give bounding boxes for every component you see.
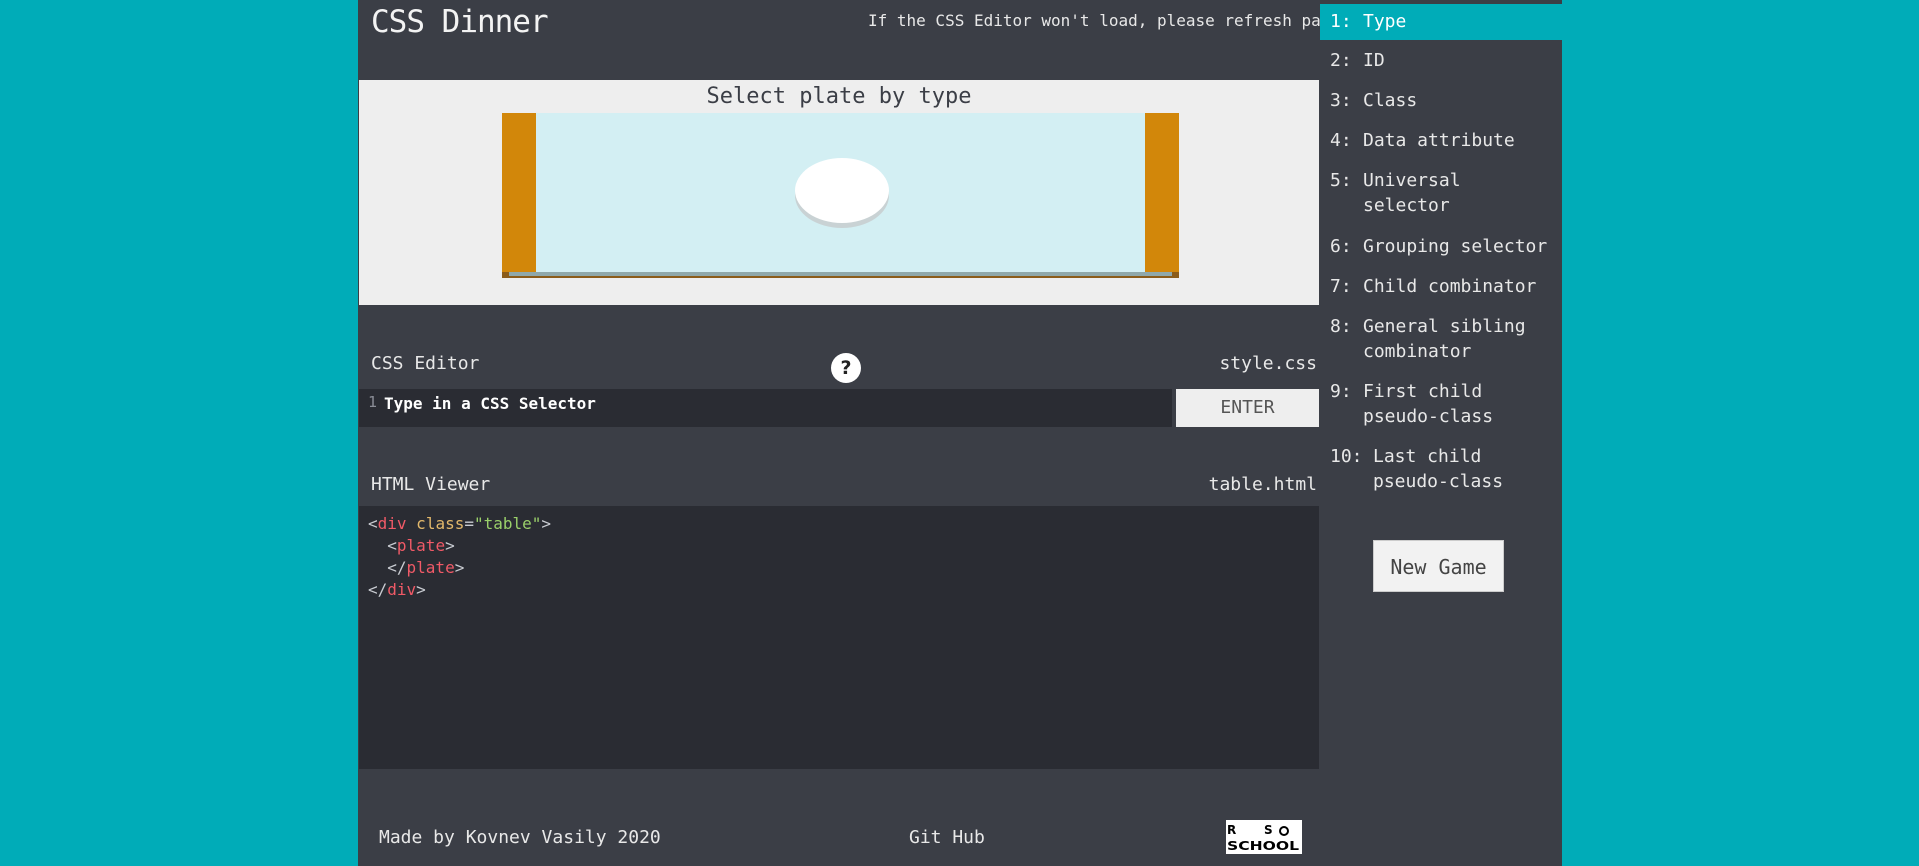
code-punct: > xyxy=(454,558,465,577)
level-number: 10: xyxy=(1330,446,1363,467)
svg-text:R: R xyxy=(1227,823,1236,837)
line-number: 1 xyxy=(368,393,378,411)
code-tag: div xyxy=(377,514,407,533)
game-container: CSS Dinner If the CSS Editor won't load,… xyxy=(358,0,1562,866)
css-editor: 1 xyxy=(359,389,1172,427)
code-punct: </ xyxy=(368,580,388,599)
level-number: 6: xyxy=(1330,236,1352,257)
code-punct: > xyxy=(416,580,426,599)
code-punct: > xyxy=(445,536,455,555)
new-game-button[interactable]: New Game xyxy=(1373,540,1504,592)
level-title: Type xyxy=(1363,11,1407,32)
level-item-5[interactable]: 5: Universal selector xyxy=(1320,168,1562,220)
level-title-line2: selector xyxy=(1363,195,1450,216)
code-punct: = xyxy=(464,514,474,533)
level-title-line2: combinator xyxy=(1363,341,1472,362)
code-attr: class xyxy=(406,514,465,533)
html-viewer: <div class="table"> <plate> </plate> </d… xyxy=(359,506,1319,769)
level-number: 9: xyxy=(1330,381,1352,402)
svg-text:S: S xyxy=(1264,823,1273,837)
code-punct: < xyxy=(368,514,378,533)
github-link[interactable]: Git Hub xyxy=(909,827,985,848)
level-item-4[interactable]: 4: Data attribute xyxy=(1320,128,1562,158)
level-instruction: Select plate by type xyxy=(706,84,972,109)
svg-text:SCHOOL: SCHOOL xyxy=(1227,839,1299,853)
style-file-label: style.css xyxy=(1219,353,1317,374)
level-number: 7: xyxy=(1330,276,1352,297)
table-leg-right xyxy=(1145,113,1179,278)
table-leg-left xyxy=(502,113,536,278)
level-item-6[interactable]: 6: Grouping selector xyxy=(1320,234,1562,264)
rs-school-logo-icon: R S SCHOOL xyxy=(1227,823,1299,853)
plate[interactable] xyxy=(795,158,889,223)
enter-button[interactable]: ENTER xyxy=(1176,389,1319,427)
code-string: "table" xyxy=(473,514,542,533)
level-item-1[interactable]: 1: Type xyxy=(1320,4,1562,40)
html-viewer-label: HTML Viewer xyxy=(371,474,491,495)
level-number: 8: xyxy=(1330,316,1352,337)
level-item-3[interactable]: 3: Class xyxy=(1320,88,1562,118)
level-title: General sibling xyxy=(1363,316,1526,337)
level-number: 2: xyxy=(1330,50,1352,71)
level-title: Data attribute xyxy=(1363,130,1515,151)
level-number: 5: xyxy=(1330,170,1352,191)
level-title: ID xyxy=(1363,50,1385,71)
table-rim xyxy=(509,272,1172,276)
level-item-8[interactable]: 8: General sibling combinator xyxy=(1320,314,1562,366)
code-tag: plate xyxy=(406,558,455,577)
code-punct: < xyxy=(368,536,397,555)
level-item-7[interactable]: 7: Child combinator xyxy=(1320,274,1562,304)
level-item-10[interactable]: 10: Last child pseudo-class xyxy=(1320,444,1562,496)
refresh-note: If the CSS Editor won't load, please ref… xyxy=(868,11,1341,30)
code-line[interactable]: <div class="table"> xyxy=(368,514,551,533)
level-title: Class xyxy=(1363,90,1418,111)
level-item-9[interactable]: 9: First child pseudo-class xyxy=(1320,379,1562,431)
level-title: Grouping selector xyxy=(1363,236,1548,257)
level-sidebar: 1: Type 2: ID 3: Class 4: Data attribute… xyxy=(1320,0,1562,866)
level-title: Child combinator xyxy=(1363,276,1537,297)
html-file-label: table.html xyxy=(1208,474,1317,495)
level-title-line2: pseudo-class xyxy=(1373,471,1504,492)
level-item-2[interactable]: 2: ID xyxy=(1320,48,1562,78)
rs-school-logo[interactable]: R S SCHOOL xyxy=(1226,820,1302,854)
code-punct: > xyxy=(541,514,552,533)
code-punct: </ xyxy=(368,558,407,577)
level-title: Universal xyxy=(1363,170,1461,191)
code-line[interactable]: </plate> xyxy=(368,558,464,577)
level-title: Last child xyxy=(1373,446,1482,467)
level-number: 1: xyxy=(1330,11,1352,32)
level-number: 4: xyxy=(1330,130,1352,151)
app-title: CSS Dinner xyxy=(371,4,549,40)
game-stage: Select plate by type xyxy=(359,80,1319,305)
css-editor-label: CSS Editor xyxy=(371,353,480,374)
code-line[interactable]: </div> xyxy=(368,580,426,599)
level-title-line2: pseudo-class xyxy=(1363,406,1494,427)
footer-credit: Made by Kovnev Vasily 2020 xyxy=(379,827,661,848)
code-tag: plate xyxy=(396,536,446,555)
css-selector-input[interactable] xyxy=(384,391,1154,415)
level-title: First child xyxy=(1363,381,1483,402)
code-line[interactable]: <plate> xyxy=(368,536,455,555)
help-button[interactable]: ? xyxy=(831,353,861,383)
code-tag: div xyxy=(387,580,417,599)
level-number: 3: xyxy=(1330,90,1352,111)
